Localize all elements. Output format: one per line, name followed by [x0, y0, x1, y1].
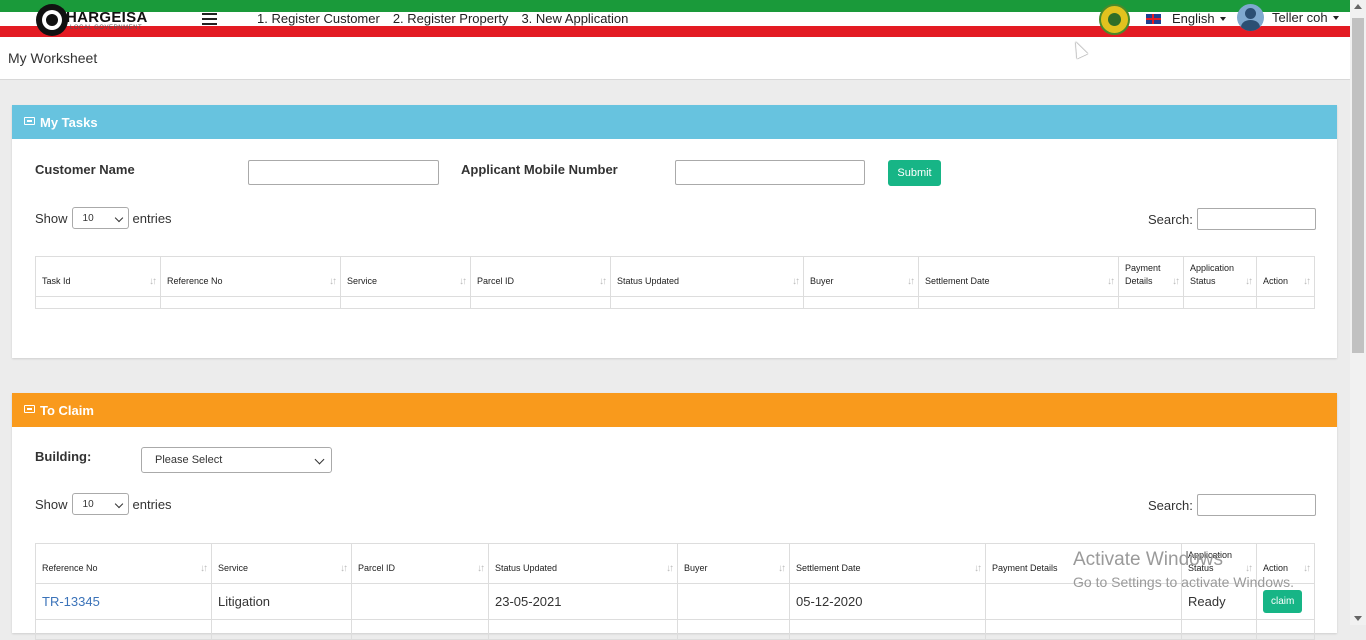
col-action[interactable]: Action ↓↑	[1256, 256, 1315, 297]
language-selector[interactable]: English	[1146, 11, 1226, 26]
sort-icon: ↓↑	[599, 276, 607, 287]
user-menu[interactable]: Teller coh	[1237, 4, 1339, 31]
scroll-up-icon[interactable]	[1354, 4, 1362, 9]
sort-icon: ↓↑	[666, 563, 674, 574]
search-label: Search:	[1148, 497, 1193, 513]
to-claim-header: To Claim	[12, 393, 1337, 427]
customer-name-label: Customer Name	[35, 162, 135, 177]
language-label: English	[1172, 11, 1215, 26]
my-tasks-header: My Tasks	[12, 105, 1337, 139]
claim-search: Search:	[1148, 494, 1316, 516]
sort-icon: ↓↑	[329, 276, 337, 287]
page-scrollbar[interactable]	[1350, 0, 1366, 625]
tasks-search: Search:	[1148, 208, 1316, 230]
logo-text: HARGEISA	[66, 9, 148, 26]
table-row-empty	[35, 296, 1315, 309]
col-settlement-date[interactable]: Settlement Date ↓↑	[918, 256, 1119, 297]
claim-search-input[interactable]	[1196, 494, 1316, 516]
buyer-cell	[677, 583, 790, 620]
reference-link[interactable]: TR-13345	[42, 594, 100, 609]
sort-icon: ↓↑	[974, 563, 982, 574]
col-buyer[interactable]: Buyer ↓↑	[677, 543, 790, 584]
user-name: Teller coh	[1272, 10, 1328, 25]
building-select[interactable]: Please Select	[141, 447, 332, 473]
claim-length-control: Show 10 entries	[35, 493, 172, 515]
sort-icon: ↓↑	[778, 563, 786, 574]
caret-down-icon	[1219, 16, 1226, 21]
uk-flag-icon	[1146, 13, 1161, 24]
show-label: Show	[35, 210, 68, 226]
sort-icon: ↓↑	[1303, 276, 1311, 287]
col-reference-no[interactable]: Reference No ↓↑	[160, 256, 341, 297]
col-application-status[interactable]: Application Status ↓↑	[1183, 256, 1257, 297]
sort-icon: ↓↑	[907, 276, 915, 287]
status-updated-cell: 23-05-2021	[488, 583, 678, 620]
caret-down-icon	[1332, 15, 1339, 20]
sort-icon: ↓↑	[340, 563, 348, 574]
to-claim-title: To Claim	[40, 403, 94, 418]
customer-name-input[interactable]	[248, 160, 439, 185]
sort-icon: ↓↑	[1107, 276, 1115, 287]
claim-button[interactable]: claim	[1263, 590, 1303, 613]
nav-register-customer[interactable]: 1. Register Customer	[257, 11, 380, 26]
building-label: Building:	[35, 449, 92, 464]
my-tasks-panel: My Tasks Customer Name Applicant Mobile …	[12, 105, 1337, 358]
tasks-table: Task Id ↓↑ Reference No ↓↑ Service ↓↑ Parce…	[35, 256, 1315, 309]
submit-button[interactable]: Submit	[888, 160, 941, 186]
sort-icon: ↓↑	[477, 563, 485, 574]
id-card-icon	[24, 405, 35, 413]
col-service[interactable]: Service ↓↑	[340, 256, 471, 297]
flag-stripe-red	[0, 26, 1350, 37]
my-tasks-title: My Tasks	[40, 115, 98, 130]
col-settlement-date[interactable]: Settlement Date ↓↑	[789, 543, 986, 584]
government-seal-icon	[1099, 4, 1130, 35]
scroll-down-icon[interactable]	[1354, 616, 1362, 621]
logo-emblem-icon	[36, 4, 68, 36]
sort-icon: ↓↑	[1303, 563, 1311, 574]
id-card-icon	[24, 117, 35, 125]
parcel-cell	[351, 583, 489, 620]
sort-icon: ↓↑	[149, 276, 157, 287]
col-payment-details[interactable]: Payment Details ↓↑	[1118, 256, 1184, 297]
entries-label: entries	[132, 210, 172, 226]
sort-icon: ↓↑	[1245, 276, 1253, 287]
tasks-search-input[interactable]	[1196, 208, 1316, 230]
claim-page-size-select[interactable]: 10	[71, 493, 129, 515]
col-service[interactable]: Service ↓↑	[211, 543, 352, 584]
tasks-length-control: Show 10 entries	[35, 207, 172, 229]
to-claim-panel: To Claim Building: Please Select Show 10…	[12, 393, 1337, 640]
settlement-date-cell: 05-12-2020	[789, 583, 986, 620]
sort-icon: ↓↑	[792, 276, 800, 287]
sort-icon: ↓↑	[459, 276, 467, 287]
col-reference-no[interactable]: Reference No ↓↑	[35, 543, 212, 584]
logo-subtext: LOCAL GOVERNMENT	[70, 25, 143, 31]
mobile-number-label: Applicant Mobile Number	[461, 162, 618, 177]
hargeisa-logo[interactable]: HARGEISA LOCAL GOVERNMENT	[36, 4, 156, 36]
top-nav-links: 1. Register Customer 2. Register Propert…	[257, 11, 628, 26]
page-title: My Worksheet	[8, 50, 98, 66]
sort-icon: ↓↑	[1172, 276, 1180, 287]
search-label: Search:	[1148, 211, 1193, 227]
top-navbar: HARGEISA LOCAL GOVERNMENT 1. Register Cu…	[0, 0, 1350, 38]
sort-icon: ↓↑	[200, 563, 208, 574]
nav-register-property[interactable]: 2. Register Property	[393, 11, 509, 26]
nav-new-application[interactable]: 3. New Application	[521, 11, 628, 26]
scrollbar-thumb[interactable]	[1352, 18, 1364, 353]
col-status-updated[interactable]: Status Updated ↓↑	[610, 256, 804, 297]
col-buyer[interactable]: Buyer ↓↑	[803, 256, 919, 297]
table-row	[35, 619, 1315, 640]
menu-toggle-icon[interactable]	[202, 13, 217, 25]
entries-label: entries	[132, 496, 172, 512]
activate-windows-watermark: Activate Windows Go to Settings to activ…	[1073, 549, 1294, 590]
page-header: My Worksheet	[0, 38, 1350, 80]
tasks-page-size-select[interactable]: 10	[71, 207, 129, 229]
col-parcel-id[interactable]: Parcel ID ↓↑	[351, 543, 489, 584]
avatar	[1237, 4, 1264, 31]
show-label: Show	[35, 496, 68, 512]
col-status-updated[interactable]: Status Updated ↓↑	[488, 543, 678, 584]
service-cell: Litigation	[211, 583, 352, 620]
mobile-number-input[interactable]	[675, 160, 865, 185]
col-parcel-id[interactable]: Parcel ID ↓↑	[470, 256, 611, 297]
col-task-id[interactable]: Task Id ↓↑	[35, 256, 161, 297]
